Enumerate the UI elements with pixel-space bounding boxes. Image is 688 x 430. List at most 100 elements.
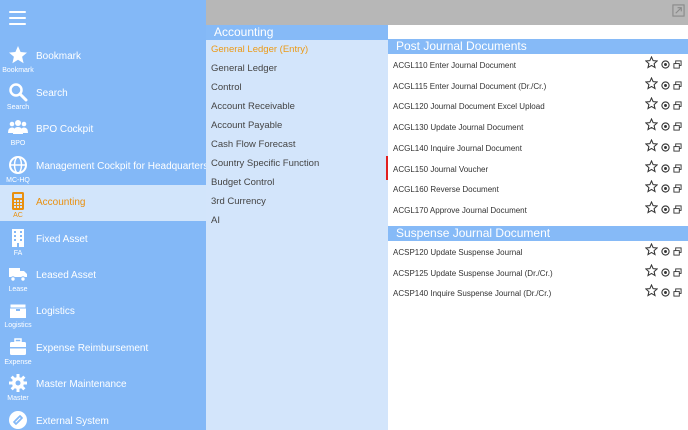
gear-icon: [8, 373, 28, 393]
sidebar-item-abbr: Logistics: [4, 322, 32, 329]
submenu-item-cash-flow-forecast[interactable]: Cash Flow Forecast: [211, 139, 295, 150]
sidebar-item-bpo-cockpit[interactable]: BPO BPO Cockpit: [0, 118, 206, 154]
sidebar-item-expense-reimbursement[interactable]: Expense Expense Reimbursement: [0, 337, 206, 373]
submenu-item-3rd-currency[interactable]: 3rd Currency: [211, 196, 266, 207]
row-actions: [642, 242, 682, 261]
submenu-item-account-payable[interactable]: Account Payable: [211, 120, 282, 131]
row-actions: [642, 138, 682, 157]
sidebar-item-label: Fixed Asset: [36, 234, 88, 245]
open-icon[interactable]: [661, 97, 670, 115]
function-row[interactable]: ACGL160 Reverse Document: [388, 179, 688, 200]
open-icon[interactable]: [661, 243, 670, 261]
new-window-icon[interactable]: [673, 180, 682, 198]
function-row[interactable]: ACGL110 Enter Journal Document: [388, 55, 688, 76]
sidebar-item-label: Bookmark: [36, 51, 82, 62]
bookmark-star-icon[interactable]: [644, 55, 659, 74]
open-icon[interactable]: [661, 139, 670, 157]
function-row-label: ACGL170 Approve Journal Document: [393, 205, 527, 215]
bookmark-star-icon[interactable]: [644, 179, 659, 198]
function-row[interactable]: ACGL115 Enter Journal Document (Dr./Cr.): [388, 76, 688, 97]
sidebar-item-search[interactable]: Search Search: [0, 82, 206, 118]
new-window-icon[interactable]: [673, 284, 682, 302]
new-window-icon[interactable]: [673, 118, 682, 136]
open-icon[interactable]: [661, 264, 670, 282]
function-row[interactable]: ACGL170 Approve Journal Document: [388, 200, 688, 221]
new-window-icon[interactable]: [673, 201, 682, 219]
function-row[interactable]: ACGL150 Journal Voucher: [388, 159, 688, 180]
function-row[interactable]: ACSP120 Update Suspense Journal: [388, 242, 688, 263]
open-icon[interactable]: [661, 284, 670, 302]
function-row[interactable]: ACGL130 Update Journal Document: [388, 117, 688, 138]
sidebar-item-accounting[interactable]: AC Accounting: [0, 185, 206, 221]
submenu-item-control[interactable]: Control: [211, 82, 242, 93]
bookmark-star-icon[interactable]: [644, 242, 659, 261]
function-row-label: ACSP140 Inquire Suspense Journal (Dr./Cr…: [393, 289, 552, 299]
new-window-icon[interactable]: [673, 264, 682, 282]
new-window-icon[interactable]: [673, 77, 682, 95]
function-row-label: ACSP125 Update Suspense Journal (Dr./Cr.…: [393, 268, 553, 278]
sidebar-item-label: BPO Cockpit: [36, 124, 94, 135]
function-row-label: ACGL120 Journal Document Excel Upload: [393, 102, 545, 112]
open-icon[interactable]: [661, 160, 670, 178]
submenu-item-ai[interactable]: AI: [211, 215, 220, 226]
bookmark-star-icon[interactable]: [644, 200, 659, 219]
submenu-item-general-ledger[interactable]: General Ledger: [211, 63, 277, 74]
section-title: Post Journal Documents: [396, 39, 527, 53]
bookmark-star-icon[interactable]: [644, 76, 659, 95]
submenu-item-account-receivable[interactable]: Account Receivable: [211, 101, 295, 112]
bookmark-star-icon[interactable]: [644, 117, 659, 136]
row-actions: [642, 200, 682, 219]
bookmark-star-icon[interactable]: [644, 284, 659, 302]
submenu-item-country-specific-function[interactable]: Country Specific Function: [211, 158, 319, 169]
sidebar-item-master-maintenance[interactable]: Master Master Maintenance: [0, 373, 206, 409]
truck-icon: [8, 264, 28, 284]
sidebar-item-abbr: BPO: [10, 140, 26, 147]
sidebar-item-label: Expense Reimbursement: [36, 343, 149, 354]
bookmark-star-icon[interactable]: [644, 97, 659, 115]
sidebar-item-leased-asset[interactable]: Lease Leased Asset: [0, 264, 206, 300]
function-row-label: ACGL115 Enter Journal Document (Dr./Cr.): [393, 81, 547, 91]
open-icon[interactable]: [661, 180, 670, 198]
open-icon[interactable]: [661, 201, 670, 219]
sidebar-item-abbr: Expense: [4, 359, 32, 366]
row-actions: [642, 117, 682, 136]
sidebar-item-abbr: Bookmark: [2, 67, 34, 74]
box-icon: [8, 300, 28, 320]
row-actions: [642, 179, 682, 198]
new-window-icon[interactable]: [673, 160, 682, 178]
sidebar-item-label: Accounting: [36, 197, 86, 208]
sidebar-item-label: Search: [36, 88, 68, 99]
submenu-header: Accounting: [206, 25, 388, 40]
function-row[interactable]: ACSP125 Update Suspense Journal (Dr./Cr.…: [388, 263, 688, 284]
function-row-label: ACGL160 Reverse Document: [393, 185, 499, 195]
new-window-icon[interactable]: [673, 56, 682, 74]
sidebar-item-external-system[interactable]: External System: [0, 410, 206, 430]
row-actions: [642, 263, 682, 282]
submenu-panel: Accounting General Ledger (Entry) Genera…: [206, 25, 388, 430]
sidebar-item-abbr: FA: [13, 250, 23, 257]
submenu-item-budget-control[interactable]: Budget Control: [211, 177, 274, 188]
function-row[interactable]: ACGL140 Inquire Journal Document: [388, 138, 688, 159]
new-window-icon[interactable]: [673, 243, 682, 261]
open-icon[interactable]: [661, 77, 670, 95]
bookmark-star-icon[interactable]: [644, 263, 659, 282]
search-icon: [8, 82, 28, 102]
sidebar-item-bookmark[interactable]: Bookmark Bookmark: [0, 45, 206, 81]
new-window-icon[interactable]: [673, 139, 682, 157]
sidebar-item-logistics[interactable]: Logistics Logistics: [0, 300, 206, 336]
sidebar-item-fixed-asset[interactable]: FA Fixed Asset: [0, 228, 206, 264]
new-window-icon[interactable]: [673, 97, 682, 115]
function-row[interactable]: ACSP140 Inquire Suspense Journal (Dr./Cr…: [388, 284, 688, 304]
sidebar-item-abbr: Search: [6, 104, 30, 111]
sidebar-item-abbr: Master: [7, 395, 29, 402]
row-actions: [642, 76, 682, 95]
submenu-item-general-ledger-entry[interactable]: General Ledger (Entry): [211, 44, 308, 55]
open-icon[interactable]: [661, 56, 670, 74]
export-icon[interactable]: [672, 4, 685, 17]
hamburger-menu-icon[interactable]: [9, 11, 26, 25]
open-icon[interactable]: [661, 118, 670, 136]
function-row[interactable]: ACGL120 Journal Document Excel Upload: [388, 97, 688, 117]
section-title: Suspense Journal Document: [396, 226, 551, 240]
bookmark-star-icon[interactable]: [644, 138, 659, 157]
bookmark-star-icon[interactable]: [644, 159, 659, 178]
